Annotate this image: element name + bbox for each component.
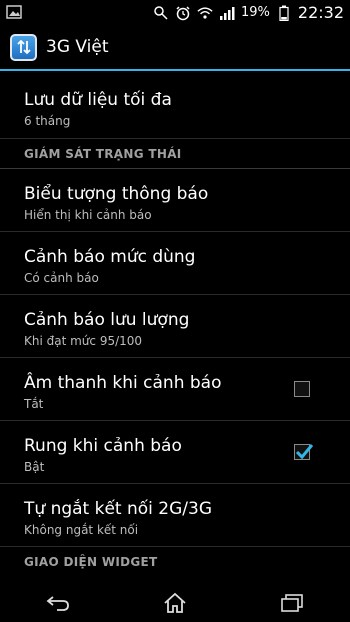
setting-summary: Hiển thị khi cảnh báo xyxy=(24,208,152,222)
battery-icon xyxy=(276,5,292,21)
action-bar: 3G Việt xyxy=(0,25,350,71)
setting-title: Rung khi cảnh báo xyxy=(24,436,182,456)
navigation-bar xyxy=(0,583,350,622)
checkmark-icon xyxy=(295,444,314,460)
setting-title: Biểu tượng thông báo xyxy=(24,184,209,204)
app-title: 3G Việt xyxy=(46,37,109,57)
setting-summary: Có cảnh báo xyxy=(24,271,99,285)
setting-warning-sound[interactable]: Âm thanh khi cảnh báo Tắt xyxy=(0,358,350,421)
setting-summary: 6 tháng xyxy=(24,114,71,128)
home-icon[interactable] xyxy=(155,588,195,618)
setting-title: Âm thanh khi cảnh báo xyxy=(24,373,222,393)
wifi-icon xyxy=(197,5,213,21)
setting-title: Cảnh báo lưu lượng xyxy=(24,310,190,330)
back-icon[interactable] xyxy=(38,588,78,618)
app-logo-icon[interactable] xyxy=(10,33,37,61)
vibrate-warning-checkbox[interactable] xyxy=(294,444,314,460)
section-header-status: GIÁM SÁT TRẠNG THÁI xyxy=(0,139,350,169)
setting-max-storage[interactable]: Lưu dữ liệu tối đa 6 tháng xyxy=(0,73,350,139)
setting-auto-disconnect[interactable]: Tự ngắt kết nối 2G/3G Không ngắt kết nối xyxy=(0,484,350,547)
setting-notification-icon[interactable]: Biểu tượng thông báo Hiển thị khi cảnh b… xyxy=(0,169,350,232)
setting-title: Lưu dữ liệu tối đa xyxy=(24,90,172,110)
status-bar: 19% 22:32 xyxy=(0,0,350,25)
warning-sound-checkbox[interactable] xyxy=(294,381,310,397)
setting-summary: Bật xyxy=(24,460,45,474)
setting-vibrate-warning[interactable]: Rung khi cảnh báo Bật xyxy=(0,421,350,484)
settings-list: Lưu dữ liệu tối đa 6 tháng GIÁM SÁT TRẠN… xyxy=(0,73,350,583)
clock: 22:32 xyxy=(297,3,344,22)
setting-title: Cảnh báo mức dùng xyxy=(24,247,196,267)
battery-percent: 19% xyxy=(240,5,270,20)
section-header-widget: GIAO DIỆN WIDGET xyxy=(24,555,158,569)
setting-summary: Không ngắt kết nối xyxy=(24,523,139,537)
setting-summary: Tắt xyxy=(24,397,44,411)
image-icon xyxy=(6,4,22,20)
setting-title: Tự ngắt kết nối 2G/3G xyxy=(24,499,212,519)
recents-icon[interactable] xyxy=(272,588,312,618)
setting-usage-warning[interactable]: Cảnh báo mức dùng Có cảnh báo xyxy=(0,232,350,295)
sync-icon xyxy=(153,5,169,21)
setting-traffic-warning[interactable]: Cảnh báo lưu lượng Khi đạt mức 95/100 xyxy=(0,295,350,358)
signal-icon xyxy=(219,5,235,21)
setting-summary: Khi đạt mức 95/100 xyxy=(24,334,143,348)
alarm-icon xyxy=(175,5,191,21)
